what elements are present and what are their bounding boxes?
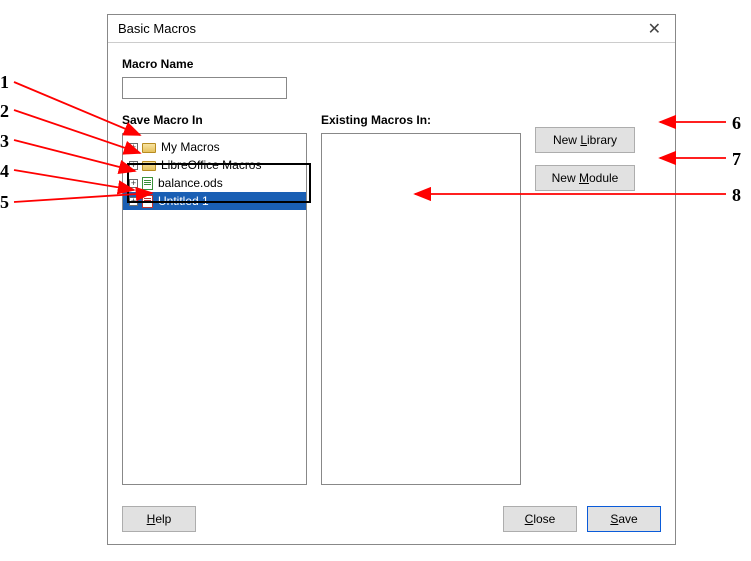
tree-item-my-macros[interactable]: + My Macros [123,138,306,156]
macro-name-label: Macro Name [122,57,661,71]
existing-macros-list[interactable] [321,133,521,485]
save-button[interactable]: Save [587,506,661,532]
tree-item-label: Untitled 1 [158,194,209,208]
basic-macros-dialog: Basic Macros ✕ Macro Name Save Macro In … [107,14,676,545]
new-library-button[interactable]: New Library [535,127,635,153]
tree-item-label: LibreOffice Macros [161,158,261,172]
tree-item-balance-ods[interactable]: + balance.ods [123,174,306,192]
library-tree[interactable]: + My Macros + LibreOffice Macros + [122,133,307,485]
folder-icon [142,161,156,171]
expander-icon[interactable]: + [129,179,138,188]
tree-item-libreoffice-macros[interactable]: + LibreOffice Macros [123,156,306,174]
callout-5: 5 [0,192,9,213]
close-icon[interactable]: ✕ [644,19,665,39]
close-button[interactable]: Close [503,506,577,532]
callout-7: 7 [732,149,741,170]
dialog-title: Basic Macros [118,21,644,36]
document-icon [142,177,153,190]
new-module-button[interactable]: New Module [535,165,635,191]
tree-item-label: My Macros [161,140,220,154]
expander-icon[interactable]: + [129,161,138,170]
callout-3: 3 [0,131,9,152]
folder-icon [142,143,156,153]
document-icon [142,195,153,208]
save-macro-in-label: Save Macro In [122,113,307,127]
titlebar: Basic Macros ✕ [108,15,675,43]
macro-name-input[interactable] [122,77,287,99]
help-button[interactable]: Help [122,506,196,532]
callout-8: 8 [732,185,741,206]
tree-item-label: balance.ods [158,176,223,190]
callout-6: 6 [732,113,741,134]
expander-icon[interactable]: + [129,143,138,152]
callout-4: 4 [0,161,9,182]
expander-icon[interactable]: + [129,197,138,206]
callout-1: 1 [0,72,9,93]
tree-item-untitled-1[interactable]: + Untitled 1 [123,192,306,210]
existing-macros-label: Existing Macros In: [321,113,521,127]
callout-2: 2 [0,101,9,122]
